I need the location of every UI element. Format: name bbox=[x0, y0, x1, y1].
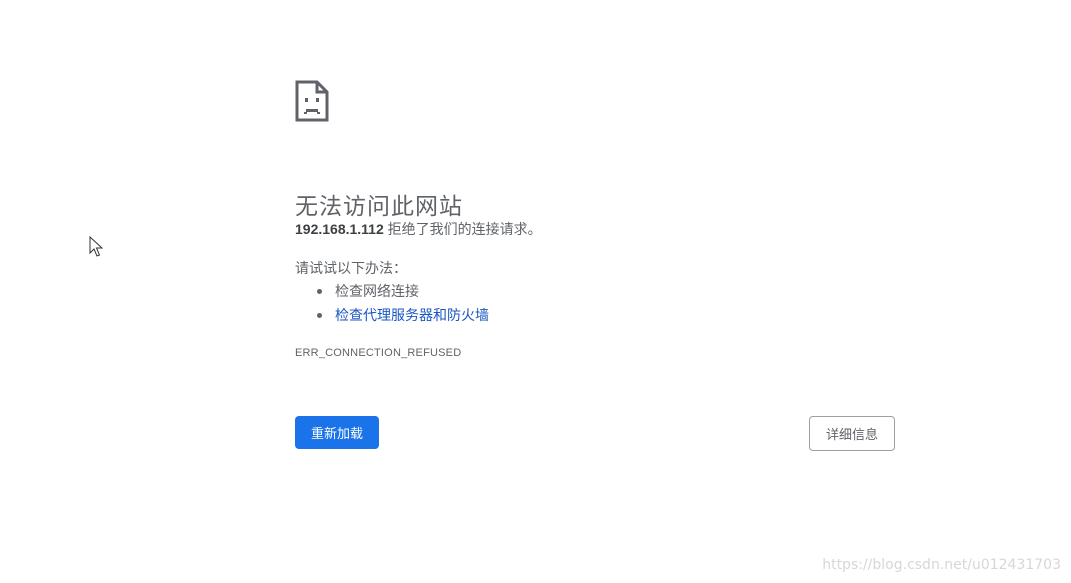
suggestions-list: 检查网络连接 检查代理服务器和防火墙 bbox=[295, 281, 489, 329]
error-description: 192.168.1.112 拒绝了我们的连接请求。 bbox=[295, 219, 542, 239]
sad-document-icon bbox=[295, 80, 329, 122]
bullet-icon bbox=[317, 313, 322, 318]
error-title: 无法访问此网站 bbox=[295, 193, 463, 220]
suggestion-link-label[interactable]: 检查代理服务器和防火墙 bbox=[335, 307, 489, 323]
error-page: 无法访问此网站 192.168.1.112 拒绝了我们的连接请求。 请试试以下办… bbox=[0, 0, 1071, 583]
bullet-icon bbox=[317, 289, 322, 294]
mouse-cursor-icon bbox=[89, 236, 103, 257]
suggestions-heading: 请试试以下办法： bbox=[295, 260, 407, 276]
refused-message: 拒绝了我们的连接请求。 bbox=[387, 221, 542, 237]
watermark-url: https://blog.csdn.net/u012431703 bbox=[822, 557, 1061, 573]
host-address: 192.168.1.112 bbox=[295, 221, 384, 237]
suggestion-label: 检查网络连接 bbox=[335, 283, 419, 299]
details-button[interactable]: 详细信息 bbox=[809, 416, 895, 451]
error-code: ERR_CONNECTION_REFUSED bbox=[295, 347, 462, 359]
reload-button[interactable]: 重新加载 bbox=[295, 416, 379, 449]
suggestion-check-proxy-firewall-link[interactable]: 检查代理服务器和防火墙 bbox=[295, 305, 489, 329]
suggestion-check-network: 检查网络连接 bbox=[295, 281, 489, 305]
